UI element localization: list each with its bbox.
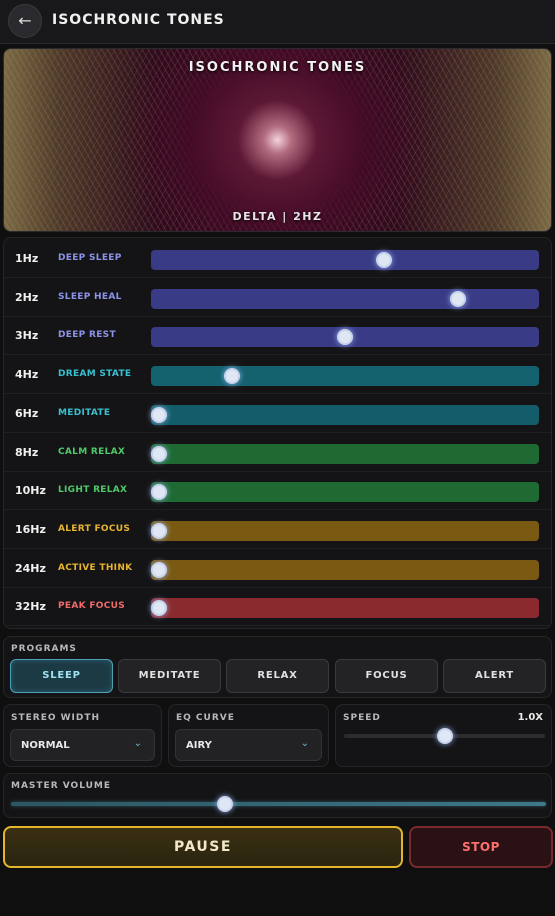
program-button-relax[interactable]: RELAX xyxy=(226,659,329,693)
frequency-slider-thumb[interactable] xyxy=(224,368,241,385)
chevron-down-icon: ⌄ xyxy=(300,738,309,749)
frequency-slider-track[interactable] xyxy=(150,559,539,580)
frequency-slider-track[interactable] xyxy=(150,598,539,619)
frequency-name: CALM RELAX xyxy=(58,446,126,457)
frequency-hz: 2Hz xyxy=(15,290,39,304)
frequency-slider-thumb[interactable] xyxy=(150,445,167,462)
speed-slider-thumb[interactable] xyxy=(436,728,453,744)
master-volume-thumb[interactable] xyxy=(217,796,233,812)
frequency-name: LIGHT RELAX xyxy=(58,485,128,496)
program-button-sleep[interactable]: SLEEP xyxy=(10,659,113,693)
frequency-slider-track[interactable] xyxy=(151,366,539,387)
back-button[interactable]: ← xyxy=(8,4,42,38)
frequency-row: 1Hz DEEP SLEEP xyxy=(4,240,551,278)
speed-label: SPEED xyxy=(343,713,381,723)
frequency-slider-thumb[interactable] xyxy=(150,406,167,423)
master-volume-label: MASTER VOLUME xyxy=(11,781,112,791)
frequency-name: SLEEP HEAL xyxy=(58,291,122,302)
frequency-row: 8Hz CALM RELAX xyxy=(4,434,551,472)
programs-panel: PROGRAMS SLEEP MEDITATE RELAX FOCUS ALERT xyxy=(3,636,552,698)
speed-value: 1.0X xyxy=(517,712,543,723)
frequency-slider-track[interactable] xyxy=(150,520,539,541)
frequency-slider-thumb[interactable] xyxy=(337,329,353,346)
eq-curve-select[interactable]: AIRY ⌄ xyxy=(175,729,322,761)
frequency-hz: 24Hz xyxy=(15,561,46,575)
stereo-width-value: NORMAL xyxy=(21,740,70,751)
frequency-slider-track[interactable] xyxy=(150,443,539,464)
pause-button[interactable]: PAUSE xyxy=(3,826,403,868)
frequency-slider-thumb[interactable] xyxy=(150,484,167,501)
master-volume-track[interactable] xyxy=(11,802,546,806)
arrow-left-icon: ← xyxy=(18,11,32,30)
program-button-meditate[interactable]: MEDITATE xyxy=(118,659,221,693)
master-volume-card: MASTER VOLUME xyxy=(3,773,552,818)
eq-curve-card: EQ CURVE AIRY ⌄ xyxy=(168,704,329,767)
frequency-slider-thumb[interactable] xyxy=(150,600,167,617)
programs-label: PROGRAMS xyxy=(11,644,77,654)
frequency-hz: 6Hz xyxy=(15,406,39,420)
chevron-down-icon: ⌄ xyxy=(133,738,142,749)
frequency-hz: 8Hz xyxy=(15,445,39,459)
visualizer-subtitle: DELTA | 2HZ xyxy=(232,210,323,223)
frequency-row: 4Hz DREAM STATE xyxy=(4,356,551,395)
frequency-row: 3Hz DEEP REST xyxy=(4,317,551,356)
eq-curve-value: AIRY xyxy=(186,740,212,751)
frequency-slider-track[interactable] xyxy=(151,327,539,348)
frequency-slider-track[interactable] xyxy=(150,482,539,503)
speed-card: SPEED 1.0X xyxy=(335,704,552,767)
frequency-slider-track[interactable] xyxy=(150,404,539,425)
frequency-name: PEAK FOCUS xyxy=(58,601,126,612)
stereo-width-label: STEREO WIDTH xyxy=(11,713,101,723)
stereo-width-select[interactable]: NORMAL ⌄ xyxy=(10,729,155,761)
frequency-hz: 1Hz xyxy=(15,252,39,265)
frequency-panel: 1Hz DEEP SLEEP 2Hz SLEEP HEAL 3Hz DEEP REST 4H… xyxy=(3,237,552,629)
program-button-focus[interactable]: FOCUS xyxy=(335,659,438,693)
visualizer-streaks xyxy=(4,49,551,231)
stereo-width-card: STEREO WIDTH NORMAL ⌄ xyxy=(3,704,162,767)
tone-visualizer: ISOCHRONIC TONES DELTA | 2HZ xyxy=(3,48,552,232)
frequency-row: 2Hz SLEEP HEAL xyxy=(4,279,551,317)
frequency-slider-track[interactable] xyxy=(151,288,539,309)
frequency-name: DREAM STATE xyxy=(58,369,132,380)
frequency-slider-thumb[interactable] xyxy=(150,561,167,578)
frequency-slider-thumb[interactable] xyxy=(150,522,167,539)
frequency-row: 16Hz ALERT FOCUS xyxy=(4,511,551,549)
frequency-row: 24Hz ACTIVE THINK xyxy=(4,550,551,588)
stop-button[interactable]: STOP xyxy=(409,826,553,868)
frequency-hz: 4Hz xyxy=(15,368,39,382)
frequency-slider-track[interactable] xyxy=(151,250,539,270)
frequency-name: DEEP REST xyxy=(58,330,116,341)
frequency-hz: 3Hz xyxy=(15,329,39,343)
visualizer-title: ISOCHRONIC TONES xyxy=(188,60,367,75)
page-title: ISOCHRONIC TONES xyxy=(52,12,225,28)
app-header: ← ISOCHRONIC TONES xyxy=(0,0,555,44)
frequency-hz: 32Hz xyxy=(15,600,46,614)
eq-curve-label: EQ CURVE xyxy=(176,713,235,723)
frequency-name: ACTIVE THINK xyxy=(58,562,133,573)
frequency-slider-thumb[interactable] xyxy=(375,252,392,268)
frequency-row: 32Hz PEAK FOCUS xyxy=(4,588,551,627)
frequency-row: 6Hz MEDITATE xyxy=(4,395,551,433)
frequency-name: DEEP SLEEP xyxy=(58,253,122,263)
program-button-alert[interactable]: ALERT xyxy=(443,659,546,693)
frequency-hz: 10Hz xyxy=(15,484,46,498)
frequency-name: MEDITATE xyxy=(58,407,111,418)
frequency-row: 10Hz LIGHT RELAX xyxy=(4,472,551,511)
frequency-slider-thumb[interactable] xyxy=(449,290,466,307)
frequency-name: ALERT FOCUS xyxy=(58,523,131,534)
frequency-hz: 16Hz xyxy=(15,522,46,536)
